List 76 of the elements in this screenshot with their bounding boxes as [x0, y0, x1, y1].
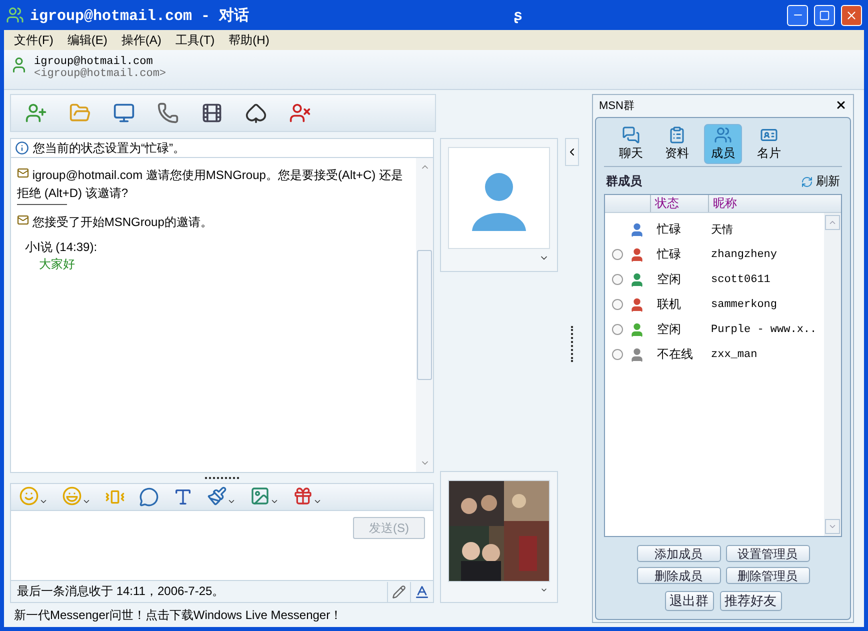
member-nickname: zxx_man [711, 348, 758, 360]
messenger-icon [6, 6, 24, 24]
window-title: igroup@hotmail.com - 对话 [30, 6, 250, 24]
status-notice-text: 您当前的状态设置为“忙碌”。 [33, 140, 185, 156]
promo-text[interactable]: 新一代Messenger问世！点击下载Windows Live Messenger！ [10, 603, 592, 627]
menu-item[interactable]: 文件(F) [8, 32, 60, 48]
member-nickname: 天情 [711, 223, 733, 237]
radio-button[interactable] [612, 324, 622, 335]
member-nickname: scott0611 [711, 274, 770, 286]
contact-name: igroup@hotmail.com [34, 56, 154, 68]
close-icon[interactable] [835, 99, 847, 111]
collapse-button[interactable] [565, 138, 579, 166]
section-title: 群成员 [606, 173, 642, 190]
contact-icon [10, 56, 28, 74]
refresh-button[interactable]: 刷新 [801, 173, 840, 190]
panel-button[interactable]: 删除管理员 [726, 567, 810, 584]
member-status: 联机 [656, 296, 682, 313]
message-text: 大家好 [38, 256, 76, 273]
film-icon[interactable] [201, 102, 223, 124]
notice-message: 您接受了开始MSNGroup的邀请。 [17, 213, 410, 231]
chat-bubbles-icon[interactable] [622, 126, 640, 144]
invitation-message: igroup@hotmail.com 邀请您使用MSNGroup。您是要接受(Alt+C) 还是拒绝 (Alt+D) 该邀请? [17, 166, 404, 202]
refresh-icon[interactable] [801, 176, 813, 188]
member-status: 忙碌 [656, 221, 682, 238]
caret-icon[interactable] [539, 586, 549, 594]
radio-button[interactable] [612, 299, 622, 310]
maximize-icon[interactable] [819, 10, 830, 20]
radio-button[interactable] [612, 349, 622, 360]
member-status: 空闲 [656, 321, 682, 338]
last-message-status: 最后一条消息收于 14:11，2006-7-25。 [16, 583, 226, 600]
id-card-icon[interactable] [760, 126, 778, 144]
chevron-up-icon[interactable] [828, 218, 837, 227]
font-style-icon[interactable] [414, 584, 430, 600]
member-nickname: Purple - www.x.. [711, 324, 817, 336]
minimize-button[interactable] [787, 4, 808, 26]
scrollbar-thumb[interactable] [417, 250, 432, 380]
gift-icon[interactable] [293, 486, 313, 506]
member-status: 不在线 [656, 346, 694, 363]
block-contact-icon[interactable] [289, 102, 311, 124]
close-button[interactable] [841, 4, 862, 26]
panel-button[interactable]: 删除成员 [636, 567, 720, 584]
radio-button[interactable] [612, 249, 622, 260]
panel-button[interactable]: 推荐好友 [720, 591, 782, 611]
envelope-icon [17, 167, 29, 179]
info-tab[interactable]: 资料 [658, 124, 696, 164]
members-tab[interactable]: 成员 [704, 124, 742, 164]
radio-button[interactable] [612, 274, 622, 285]
column-header[interactable]: 昵称 [708, 195, 828, 212]
chat-tab[interactable]: 聊天 [612, 124, 650, 164]
info-icon [15, 141, 29, 155]
member-status: 空闲 [656, 271, 682, 288]
menu-item[interactable]: 工具(T) [169, 32, 221, 48]
member-nickname: sammerkong [711, 298, 778, 310]
message-sender: 小I说 (14:39): [24, 239, 98, 256]
title-glyph: ʂ [514, 6, 522, 24]
chevron-down-icon[interactable] [828, 522, 837, 531]
font-icon[interactable] [173, 487, 193, 507]
maximize-button[interactable] [814, 4, 835, 26]
menu-item[interactable]: 编辑(E) [61, 32, 114, 48]
member-status: 忙碌 [656, 246, 682, 263]
phone-icon[interactable] [157, 102, 179, 124]
member-nickname: zhangzheny [711, 248, 778, 260]
paintbrush-icon[interactable] [207, 486, 227, 506]
panel-button[interactable]: 添加成员 [636, 545, 720, 562]
pencil-icon[interactable] [392, 584, 406, 598]
panel-button[interactable]: 退出群 [664, 591, 714, 611]
envelope-icon [17, 214, 29, 226]
contact-address: <igroup@hotmail.com> [34, 68, 166, 80]
panel-button[interactable]: 设置管理员 [726, 545, 810, 562]
menu-item[interactable]: 帮助(H) [222, 32, 276, 48]
column-header[interactable]: 状态 [650, 195, 708, 212]
card-tab[interactable]: 名片 [750, 124, 788, 164]
add-contact-icon[interactable] [25, 102, 47, 124]
panel-title: MSN群 [599, 98, 634, 112]
clipboard-icon[interactable] [668, 126, 686, 144]
menu-item[interactable]: 操作(A) [115, 32, 168, 48]
